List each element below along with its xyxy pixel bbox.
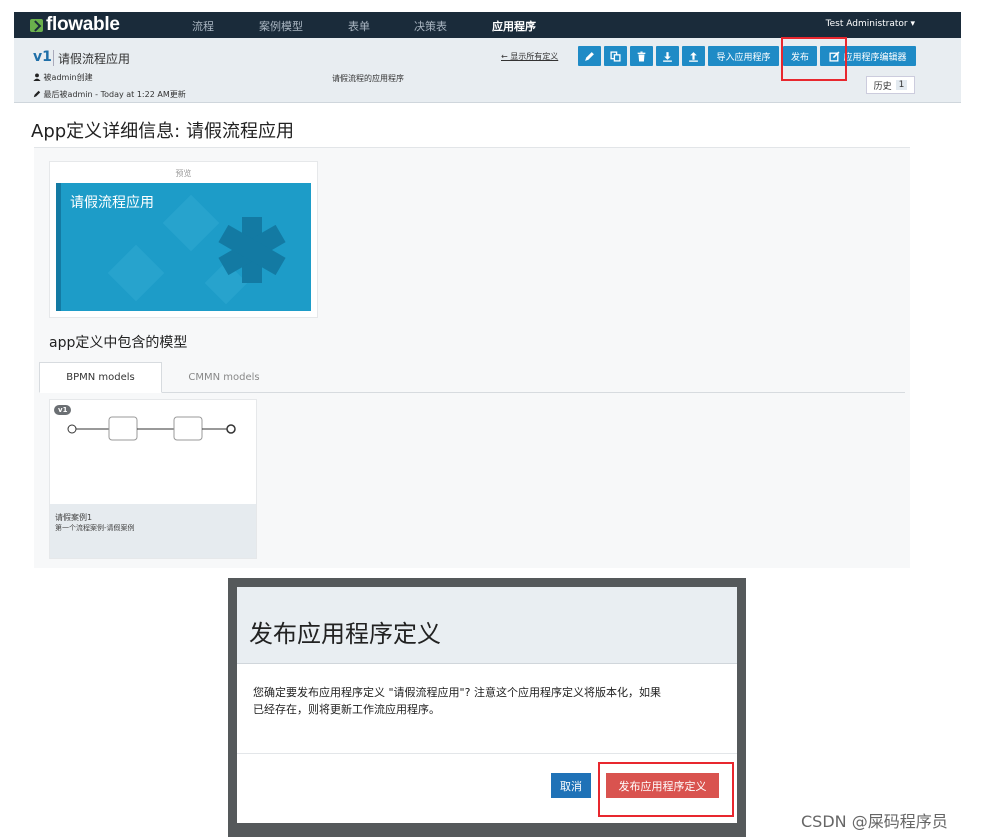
nav-item-decision-tables[interactable]: 决策表 [414,18,447,34]
bpmn-diagram-thumbnail [67,416,236,441]
user-icon [33,73,41,81]
edit-button[interactable] [578,46,601,66]
model-card-footer: 请假案例1 第一个流程案例-请假案例 [50,504,256,558]
last-updated-text: 最后被admin - Today at 1:22 AM更新 [43,90,186,99]
nav-item-apps[interactable]: 应用程序 [492,18,536,42]
version-label: v1 [33,49,52,65]
history-label: 历史 [873,81,892,92]
app-editor-label: 应用程序编辑器 [843,52,907,63]
user-menu[interactable]: Test Administrator ▾ [826,19,915,29]
nav-item-processes[interactable]: 流程 [192,18,214,34]
import-app-button[interactable]: 导入应用程序 [708,46,779,66]
model-card[interactable]: v1 请假案例1 第一个流程案例-请假案例 [49,399,257,559]
app-name: 请假流程应用 [58,52,131,66]
flowable-logo[interactable]: flowable [30,14,120,36]
history-count: 1 [895,80,908,90]
tab-bpmn-models[interactable]: BPMN models [39,362,162,393]
model-name: 请假案例1 [55,513,93,522]
asterisk-icon [218,217,286,283]
top-navbar: flowable 流程 案例模型 表单 决策表 应用程序 Test Admini… [14,12,961,42]
dialog-footer-divider [237,753,737,754]
nav-item-forms[interactable]: 表单 [348,18,370,34]
flowable-logo-icon [30,18,43,32]
publish-highlight-box [781,37,847,81]
delete-button[interactable] [630,46,653,66]
upload-icon [689,51,698,62]
export-button[interactable] [682,46,705,66]
download-icon [663,51,672,62]
confirm-highlight-box [598,762,734,817]
created-by-text: 被admin创建 [43,73,93,82]
pencil-icon [33,90,41,98]
last-updated: 最后被admin - Today at 1:22 AM更新 [33,89,186,100]
logo-text: flowable [46,14,120,35]
dialog-message-line2: 已经存在，则将更新工作流应用程序。 [253,703,440,716]
watermark: CSDN @屎码程序员 [801,812,948,831]
divider [53,50,54,66]
copy-icon [610,50,621,62]
app-description: 请假流程的应用程序 [332,74,404,83]
show-all-definitions-link[interactable]: ← 显示所有定义 [501,51,558,62]
tab-cmmn-models[interactable]: CMMN models [168,362,280,393]
copy-button[interactable] [604,46,627,66]
model-tabs: BPMN models CMMN models [39,362,905,393]
dialog-message: 您确定要发布应用程序定义 "请假流程应用"? 注意这个应用程序定义将版本化，如果… [253,684,725,718]
app-tile-title: 请假流程应用 [70,195,154,211]
preview-label: 预览 [175,169,192,178]
created-by: 被admin创建 [33,72,93,83]
cancel-button[interactable]: 取消 [551,773,591,798]
model-description: 第一个流程案例-请假案例 [55,524,135,532]
dialog-title: 发布应用程序定义 [249,620,441,648]
preview-card: 预览 请假流程应用 [49,161,318,318]
download-button[interactable] [656,46,679,66]
models-section-title: app定义中包含的模型 [49,335,188,351]
dialog-message-line1: 您确定要发布应用程序定义 "请假流程应用"? 注意这个应用程序定义将版本化，如果 [253,686,661,699]
history-button[interactable]: 历史 1 [866,76,915,94]
trash-icon [637,51,646,61]
nav-item-case-models[interactable]: 案例模型 [259,18,303,34]
dialog-header: 发布应用程序定义 [237,587,737,664]
page-title: App定义详细信息: 请假流程应用 [31,121,294,142]
pencil-icon [585,51,594,61]
app-tile[interactable]: 请假流程应用 [56,183,311,311]
